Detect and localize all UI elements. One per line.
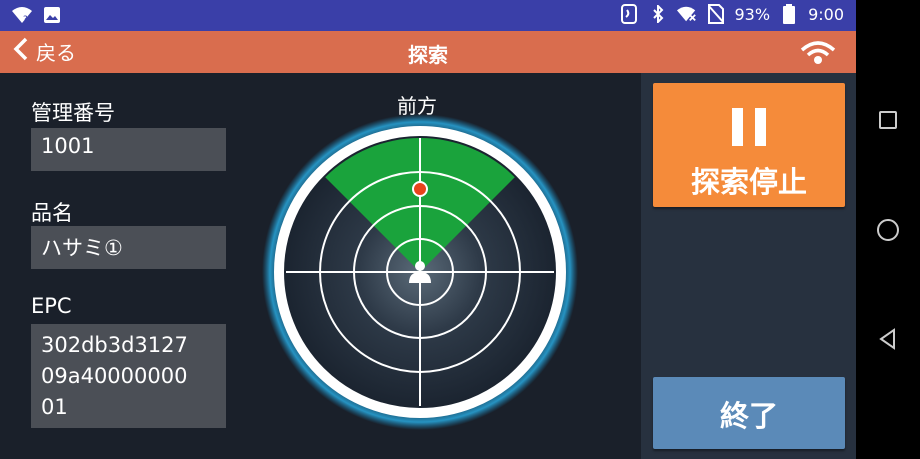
epc-label: EPC (31, 294, 72, 318)
image-icon (42, 5, 62, 25)
app-bar: 戻る 探索 (0, 31, 856, 73)
status-bar: ? 93% 9:00 (0, 0, 856, 31)
page-title: 探索 (408, 43, 448, 67)
radar (262, 114, 578, 430)
target-dot (412, 181, 428, 197)
pause-search-label: 探索停止 (690, 165, 807, 199)
pause-icon (732, 108, 766, 146)
wifi-off-icon (676, 4, 697, 24)
bluetooth-icon (648, 4, 668, 24)
clock: 9:00 (808, 4, 844, 24)
item-name-label: 品名 (31, 201, 73, 225)
battery-icon (779, 4, 799, 24)
item-name-field: ハサミ① (31, 226, 226, 269)
epc-line: 01 (41, 395, 68, 419)
nfc-icon (619, 4, 639, 24)
management-number-field: 1001 (31, 128, 226, 171)
wifi-question-icon: ? (12, 5, 32, 25)
back-nav-icon[interactable] (876, 327, 900, 351)
epc-line: 302db3d3127 (41, 333, 188, 357)
end-label: 終了 (719, 399, 778, 433)
signal-icon[interactable] (798, 38, 838, 70)
epc-line: 09a40000000 (41, 364, 188, 388)
svg-text:?: ? (23, 15, 28, 24)
battery-level: 93% (734, 4, 771, 24)
end-button[interactable]: 終了 (653, 377, 845, 449)
home-icon[interactable] (876, 218, 900, 242)
navigation-bar (856, 0, 920, 459)
no-sim-icon (706, 4, 726, 24)
epc-field: 302db3d3127 09a40000000 01 (31, 324, 226, 428)
management-number-label: 管理番号 (31, 101, 115, 125)
pause-search-button[interactable]: 探索停止 (653, 83, 845, 207)
recent-apps-icon[interactable] (876, 108, 900, 132)
